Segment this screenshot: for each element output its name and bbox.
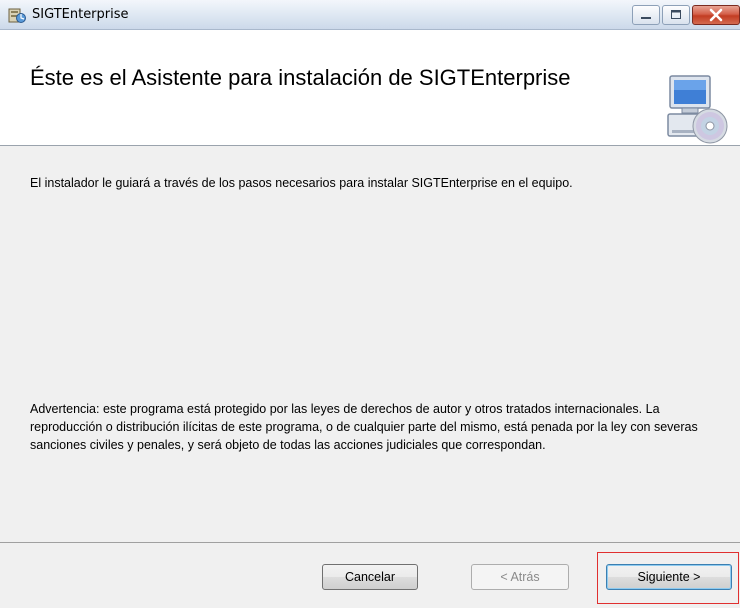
- back-button[interactable]: < Atrás: [471, 564, 569, 590]
- footer-divider: [0, 542, 740, 543]
- minimize-button[interactable]: [632, 5, 660, 25]
- close-button[interactable]: [692, 5, 740, 25]
- copyright-warning-text: Advertencia: este programa está protegid…: [30, 402, 698, 452]
- window-title: SIGTEnterprise: [32, 7, 129, 22]
- maximize-icon: [671, 10, 681, 19]
- title-bar[interactable]: SIGTEnterprise: [0, 0, 740, 30]
- installer-window: SIGTEnterprise Éste es el Asistente para…: [0, 0, 740, 608]
- computer-cd-icon: [667, 75, 728, 144]
- installer-app-icon: [8, 8, 26, 23]
- minimize-icon: [641, 17, 651, 19]
- wizard-body: El instalador le guiará a través de los …: [0, 146, 740, 542]
- intro-text: El instalador le guiará a través de los …: [30, 176, 573, 190]
- maximize-button[interactable]: [662, 5, 690, 25]
- wizard-footer: Cancelar < Atrás Siguiente >: [0, 542, 740, 608]
- wizard-header: Éste es el Asistente para instalación de…: [0, 30, 740, 146]
- cancel-button[interactable]: Cancelar: [322, 564, 418, 590]
- wizard-title: Éste es el Asistente para instalación de…: [30, 65, 571, 90]
- close-icon: [709, 8, 723, 22]
- next-button-highlight-box: [597, 552, 739, 604]
